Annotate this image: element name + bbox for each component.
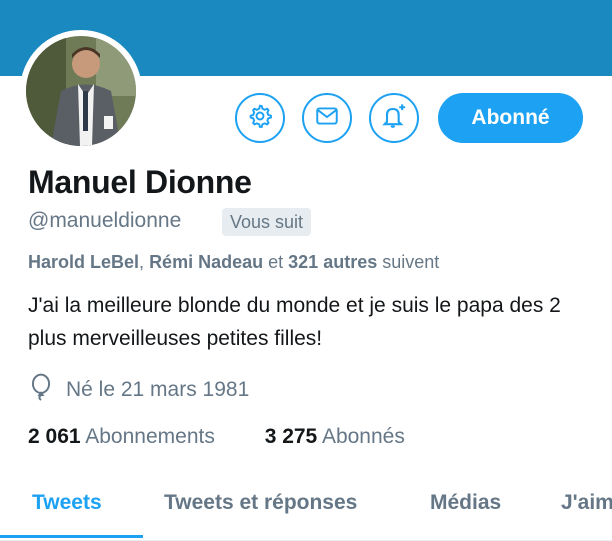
avatar-border — [20, 30, 142, 152]
gear-icon — [247, 103, 273, 134]
profile-handle: @manueldionne — [28, 209, 182, 232]
tab-likes[interactable]: J'aime — [561, 491, 612, 515]
profile-stats: 2 061 Abonnements 3 275 Abonnés — [28, 425, 405, 449]
balloon-icon — [28, 373, 66, 407]
known-followers[interactable]: Harold LeBel, Rémi Nadeau et 321 autres … — [28, 252, 439, 273]
notifications-button[interactable] — [369, 93, 419, 143]
settings-button[interactable] — [235, 93, 285, 143]
profile-name: Manuel Dionne — [28, 164, 252, 200]
following-button[interactable]: Abonné — [438, 93, 583, 143]
followers-stat[interactable]: 3 275 Abonnés — [265, 425, 405, 449]
birth-date: Né le 21 mars 1981 — [28, 373, 250, 407]
tab-tweets[interactable]: Tweets — [32, 491, 102, 515]
tab-media[interactable]: Médias — [430, 491, 501, 515]
followers-label: Abonnés — [321, 425, 405, 448]
avatar[interactable] — [26, 36, 136, 146]
envelope-icon — [314, 103, 340, 134]
following-label: Abonnements — [85, 425, 215, 448]
followers-count: 3 275 — [264, 425, 318, 448]
tab-tweets-replies[interactable]: Tweets et réponses — [164, 491, 357, 515]
message-button[interactable] — [302, 93, 352, 143]
following-stat[interactable]: 2 061 Abonnements — [28, 425, 215, 449]
profile-tabs: Tweets Tweets et réponses Médias J'aime — [0, 478, 612, 541]
known-followers-count[interactable]: 321 autres — [288, 252, 377, 272]
active-tab-indicator — [0, 535, 143, 538]
known-follower-1[interactable]: Harold LeBel — [28, 252, 139, 272]
profile-bio: J'ai la meilleure blonde du monde et je … — [28, 294, 561, 350]
follows-you-badge: Vous suit — [222, 208, 312, 236]
known-follower-2[interactable]: Rémi Nadeau — [149, 252, 263, 272]
following-count: 2 061 — [28, 425, 81, 448]
bell-plus-icon — [380, 102, 408, 135]
birth-date-text: Né le 21 mars 1981 — [66, 378, 250, 401]
